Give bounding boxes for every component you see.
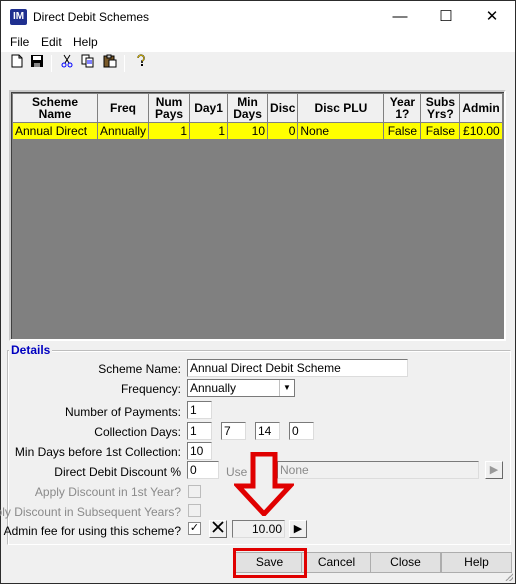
save-icon[interactable] xyxy=(28,54,46,72)
col-header-min-days[interactable]: Min Days xyxy=(227,93,269,123)
menu-bar: File Edit Help xyxy=(1,32,515,52)
details-group-label: Details xyxy=(9,343,53,357)
cell-scheme-name[interactable]: Annual Direct xyxy=(12,122,98,140)
copy-icon[interactable] xyxy=(79,54,97,72)
col-header-num-pays[interactable]: Num Pays xyxy=(148,93,191,123)
resize-grip-icon[interactable] xyxy=(503,571,513,581)
menu-file[interactable]: File xyxy=(10,35,29,49)
cancel-button[interactable]: Cancel xyxy=(301,552,372,573)
table-row[interactable]: Annual Direct Annually 1 1 10 0 None Fal… xyxy=(12,122,503,140)
col-header-disc[interactable]: Disc xyxy=(267,93,299,123)
col-header-subs-yrs[interactable]: Subs Yrs? xyxy=(420,93,461,123)
red-down-arrow-icon xyxy=(234,452,294,516)
collection-day-3-input[interactable]: 14 xyxy=(255,422,280,440)
window-title: Direct Debit Schemes xyxy=(33,10,150,24)
paste-icon[interactable] xyxy=(101,54,119,72)
collection-days-label: Collection Days: xyxy=(94,425,181,439)
apply-first-year-checkbox[interactable] xyxy=(188,485,201,498)
cell-year1[interactable]: False xyxy=(383,122,422,140)
col-header-admin[interactable]: Admin xyxy=(459,93,503,123)
cell-disc-plu[interactable]: None xyxy=(297,122,385,140)
apply-subsequent-years-label: Apply Discount in Subsequent Years? xyxy=(0,505,181,519)
cell-admin[interactable]: £10.00 xyxy=(459,122,503,140)
direct-debit-schemes-window: IM Direct Debit Schemes — ☐ ✕ File Edit … xyxy=(0,0,516,584)
toolbar-separator xyxy=(124,55,125,72)
clear-admin-fee-button[interactable] xyxy=(209,520,227,538)
close-button[interactable]: Close xyxy=(370,552,441,573)
col-header-day1[interactable]: Day1 xyxy=(189,93,229,123)
help-question-icon[interactable] xyxy=(132,54,150,72)
new-document-icon[interactable] xyxy=(8,54,26,72)
help-button[interactable]: Help xyxy=(441,552,512,573)
cut-icon[interactable] xyxy=(58,54,76,72)
maximize-button[interactable]: ☐ xyxy=(423,1,469,32)
col-header-scheme-name[interactable]: Scheme Name xyxy=(12,93,98,123)
discount-input[interactable]: 0 xyxy=(187,461,219,479)
discount-plu-input[interactable]: None xyxy=(277,461,479,479)
app-icon: IM xyxy=(10,9,27,25)
num-payments-input[interactable]: 1 xyxy=(187,401,212,419)
admin-fee-label: Admin fee for using this scheme? xyxy=(3,524,181,538)
save-highlight-box xyxy=(233,548,307,578)
collection-day-4-input[interactable]: 0 xyxy=(289,422,314,440)
frequency-value: Annually xyxy=(190,381,237,395)
collection-day-1-input[interactable]: 1 xyxy=(187,422,212,440)
close-window-button[interactable]: ✕ xyxy=(469,1,515,32)
admin-fee-checkbox[interactable]: ✓ xyxy=(188,522,201,535)
chevron-down-icon[interactable]: ▼ xyxy=(279,380,294,396)
cell-num-pays[interactable]: 1 xyxy=(148,122,191,140)
col-header-year1[interactable]: Year 1? xyxy=(383,93,422,123)
frequency-select[interactable]: Annually ▼ xyxy=(187,379,295,397)
plu-lookup-button[interactable]: ▶ xyxy=(485,461,503,479)
apply-subsequent-years-checkbox[interactable] xyxy=(188,504,201,517)
col-header-freq[interactable]: Freq xyxy=(96,93,150,123)
grid-header-row: Scheme Name Freq Num Pays Day1 Min Days … xyxy=(12,93,503,123)
menu-help[interactable]: Help xyxy=(73,35,98,49)
minimize-button[interactable]: — xyxy=(377,1,423,32)
frequency-label: Frequency: xyxy=(120,382,181,396)
schemes-grid[interactable]: Scheme Name Freq Num Pays Day1 Min Days … xyxy=(9,90,506,341)
toolbar-separator xyxy=(51,55,52,72)
collection-day-2-input[interactable]: 7 xyxy=(221,422,246,440)
cell-min-days[interactable]: 10 xyxy=(227,122,269,140)
admin-fee-lookup-button[interactable]: ▶ xyxy=(289,520,307,538)
title-bar: IM Direct Debit Schemes — ☐ ✕ xyxy=(1,1,515,32)
apply-first-year-label: Apply Discount in 1st Year? xyxy=(34,485,181,499)
cell-subs-yrs[interactable]: False xyxy=(420,122,461,140)
cell-freq[interactable]: Annually xyxy=(96,122,150,140)
toolbar xyxy=(1,52,515,75)
min-days-label: Min Days before 1st Collection: xyxy=(14,445,181,459)
cell-day1[interactable]: 1 xyxy=(189,122,229,140)
scheme-name-input[interactable]: Annual Direct Debit Scheme xyxy=(187,359,408,377)
col-header-disc-plu[interactable]: Disc PLU xyxy=(297,93,385,123)
admin-fee-input[interactable]: 10.00 xyxy=(232,520,285,538)
num-payments-label: Number of Payments: xyxy=(64,405,181,419)
menu-edit[interactable]: Edit xyxy=(41,35,62,49)
min-days-input[interactable]: 10 xyxy=(187,442,212,460)
cell-disc[interactable]: 0 xyxy=(267,122,299,140)
scheme-name-label: Scheme Name: xyxy=(98,362,181,376)
discount-label: Direct Debit Discount % xyxy=(54,465,181,479)
